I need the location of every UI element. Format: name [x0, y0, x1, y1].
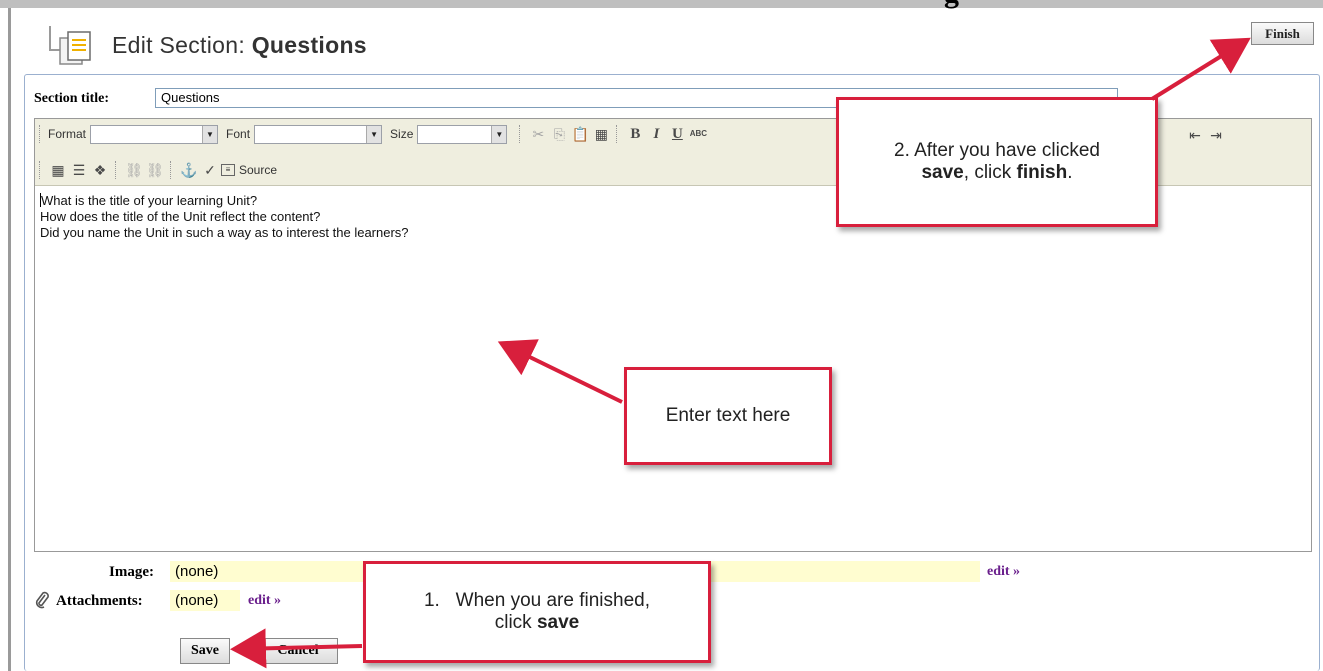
paste-word-icon[interactable]: ▦	[591, 124, 611, 144]
save-callout-line1: 1. When you are finished,	[423, 590, 650, 611]
attachments-value: (none)	[170, 590, 240, 611]
finish-callout: 2. After you have clicked save, click fi…	[836, 97, 1158, 227]
finish-callout-line2: save, click finish.	[921, 162, 1073, 183]
size-label: Size	[390, 127, 414, 141]
window-left-border	[8, 8, 11, 671]
window-top-border	[0, 0, 1323, 8]
toolbar-grip[interactable]	[39, 125, 42, 143]
copy-icon[interactable]: ⎘	[549, 124, 569, 144]
save-callout-line2: click save	[494, 612, 580, 633]
page-title-prefix: Edit Section:	[112, 32, 246, 58]
cancel-button[interactable]: Cancel	[258, 638, 338, 664]
paperclip-icon	[34, 591, 50, 609]
font-label: Font	[226, 127, 251, 141]
anchor-icon[interactable]: ⚓	[179, 160, 199, 180]
toolbar-separator	[616, 125, 619, 143]
paste-icon[interactable]: 📋	[570, 124, 590, 144]
link-icon[interactable]: ⛓	[124, 160, 144, 180]
attachments-label: Attachments:	[56, 593, 143, 609]
bold-icon[interactable]: B	[625, 124, 645, 144]
finish-button[interactable]: Finish	[1251, 22, 1314, 45]
size-select[interactable]: ▼	[417, 124, 508, 144]
toolbar-separator	[170, 161, 173, 179]
cut-off-heading: g	[944, 0, 959, 10]
enter-text-callout: Enter text here	[624, 367, 832, 465]
source-button[interactable]: ≡ Source	[221, 163, 277, 177]
image-label: Image:	[109, 564, 154, 580]
cut-icon[interactable]: ✂	[528, 124, 548, 144]
chevron-down-icon: ▼	[491, 125, 507, 143]
italic-icon[interactable]: I	[646, 124, 666, 144]
horizontal-rule-icon[interactable]: ☰	[69, 160, 89, 180]
unlink-icon[interactable]: ⛓	[145, 160, 165, 180]
spellcheck-icon[interactable]: ✓	[200, 160, 220, 180]
toolbar-separator	[519, 125, 522, 143]
toolbar-separator	[115, 161, 118, 179]
strike-icon[interactable]: ABC	[688, 124, 708, 144]
editor-line: Did you name the Unit in such a way as t…	[40, 225, 409, 240]
format-select[interactable]: ▼	[90, 124, 219, 144]
section-title-label: Section title:	[34, 91, 110, 106]
page-title-name: Questions	[251, 32, 367, 58]
indent-group: ⇤ ⇥	[1185, 125, 1227, 145]
outdent-icon[interactable]: ⇤	[1185, 125, 1205, 145]
save-button[interactable]: Save	[180, 638, 230, 664]
save-callout: 1. When you are finished, click save	[363, 561, 711, 663]
table-icon[interactable]: ▦	[48, 160, 68, 180]
indent-icon[interactable]: ⇥	[1206, 125, 1226, 145]
page-icon	[49, 26, 91, 65]
source-icon: ≡	[221, 164, 235, 176]
image-edit-link[interactable]: edit »	[987, 564, 1020, 580]
chevron-down-icon: ▼	[202, 125, 218, 143]
special-char-icon[interactable]: ❖	[90, 160, 110, 180]
finish-callout-line1: 2. After you have clicked	[894, 140, 1100, 161]
underline-icon[interactable]: U	[667, 124, 687, 144]
source-label: Source	[239, 163, 278, 177]
font-select[interactable]: ▼	[254, 124, 383, 144]
attachments-edit-link[interactable]: edit »	[248, 593, 281, 609]
page-title: Edit Section: Questions	[112, 32, 367, 59]
format-label: Format	[48, 127, 87, 141]
chevron-down-icon: ▼	[366, 125, 382, 143]
toolbar-grip[interactable]	[39, 161, 42, 179]
